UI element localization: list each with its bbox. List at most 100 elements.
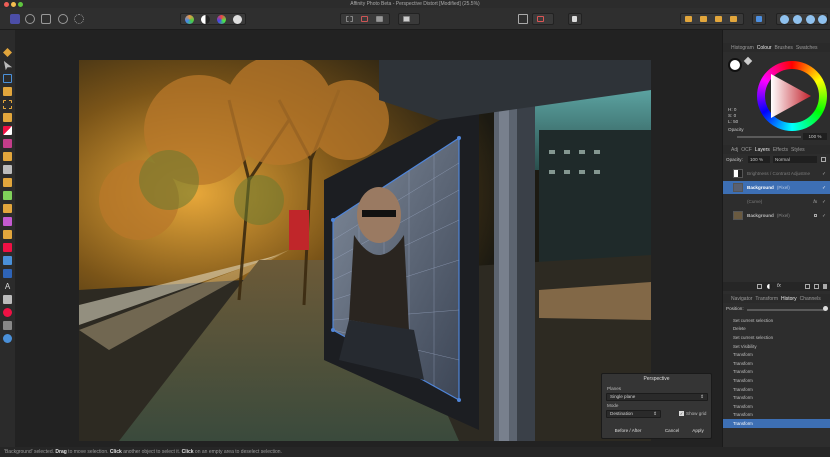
history-item[interactable]: Transform: [723, 402, 830, 411]
history-slider-handle[interactable]: [823, 306, 828, 311]
move-back-icon[interactable]: [700, 16, 707, 22]
zoom-tool-icon[interactable]: [3, 334, 12, 343]
auto-levels-icon[interactable]: [185, 15, 194, 24]
auto-contrast-icon[interactable]: [201, 15, 210, 24]
colour-swatch-primary[interactable]: [728, 58, 742, 72]
move-tool-icon[interactable]: [3, 61, 12, 70]
layer-visible-check[interactable]: ✓: [822, 199, 826, 205]
move-to-front-icon[interactable]: [730, 16, 737, 22]
view-tool-icon[interactable]: [3, 48, 12, 57]
develop-persona-icon[interactable]: [41, 14, 51, 24]
show-grid-checkbox[interactable]: ✓: [679, 411, 684, 416]
blemish-tool-icon[interactable]: [3, 204, 12, 213]
arrange-dropdown[interactable]: [398, 13, 420, 25]
snapping-dropdown[interactable]: [532, 13, 554, 25]
history-item[interactable]: Transform: [723, 350, 830, 359]
healing-brush-icon[interactable]: [3, 191, 12, 200]
apply-button[interactable]: Apply: [686, 427, 710, 435]
mask-layer-icon[interactable]: [757, 284, 762, 289]
flood-fill-icon[interactable]: [3, 126, 12, 135]
liquify-persona-icon[interactable]: [25, 14, 35, 24]
colour-replacement-icon[interactable]: [3, 152, 12, 161]
group-layer-icon[interactable]: [805, 284, 810, 289]
selection-brush-icon[interactable]: [3, 87, 12, 96]
auto-white-balance-icon[interactable]: [233, 15, 242, 24]
auto-colours-icon[interactable]: [217, 15, 226, 24]
tab-swatches[interactable]: Swatches: [796, 45, 818, 51]
snapping-grid-icon[interactable]: [518, 14, 528, 24]
tab-channels[interactable]: Channels: [800, 296, 821, 302]
pen-tool-icon[interactable]: [3, 243, 12, 252]
add-shapes-icon[interactable]: [780, 15, 789, 24]
history-item[interactable]: Set current selection: [723, 316, 830, 325]
delete-layer-icon[interactable]: [823, 284, 827, 289]
tab-transform[interactable]: Transform: [755, 296, 778, 302]
layer-row[interactable]: (Curve) fx ✓: [723, 195, 830, 208]
crop-tool-icon[interactable]: [3, 74, 12, 83]
history-item[interactable]: Transform: [723, 376, 830, 385]
marquee-tool-icon[interactable]: [3, 100, 12, 109]
move-forward-icon[interactable]: [715, 16, 722, 22]
planes-select[interactable]: Single plane ⇕: [606, 393, 708, 401]
document-canvas[interactable]: [79, 60, 651, 441]
layer-row-selected[interactable]: Background (Pixel) ✓: [723, 181, 830, 194]
sharpen-tool-icon[interactable]: [3, 256, 12, 265]
smudge-tool-icon[interactable]: [3, 230, 12, 239]
tab-effects[interactable]: Effects: [773, 147, 788, 153]
pen-button[interactable]: [568, 13, 582, 25]
layer-visible-check[interactable]: ✓: [822, 213, 826, 219]
layer-visible-check[interactable]: ✓: [822, 171, 826, 177]
red-eye-tool-icon[interactable]: [3, 217, 12, 226]
layer-row[interactable]: Background (Pixel) ✓: [723, 209, 830, 222]
tab-histogram[interactable]: Histogram: [731, 45, 754, 51]
node-tool-icon[interactable]: [3, 295, 12, 304]
colour-picker-icon[interactable]: [3, 308, 12, 317]
cancel-button[interactable]: Cancel: [660, 427, 684, 435]
tone-mapping-persona-icon[interactable]: [58, 14, 68, 24]
history-position-slider[interactable]: [747, 309, 825, 311]
intersect-shapes-icon[interactable]: [806, 15, 815, 24]
freehand-selection-icon[interactable]: [3, 113, 12, 122]
tab-navigator[interactable]: Navigator: [731, 296, 752, 302]
history-item[interactable]: Transform: [723, 411, 830, 420]
layer-lock-icon[interactable]: [814, 214, 817, 217]
mode-select[interactable]: Destination ⇕: [606, 410, 661, 418]
opacity-slider[interactable]: [737, 136, 801, 138]
fx-icon[interactable]: fx: [813, 199, 817, 204]
clone-tool-icon[interactable]: [3, 178, 12, 187]
gradient-tool-icon[interactable]: [3, 321, 12, 330]
layer-row[interactable]: Brightness / Contrast Adjustme ✓: [723, 167, 830, 180]
tab-styles[interactable]: Styles: [791, 147, 805, 153]
live-filter-icon[interactable]: fx: [777, 283, 781, 289]
history-item[interactable]: Transform: [723, 385, 830, 394]
history-item[interactable]: Transform: [723, 393, 830, 402]
tab-adjustments[interactable]: Adj: [731, 147, 738, 153]
paint-brush-icon[interactable]: [3, 139, 12, 148]
lock-icon[interactable]: [821, 157, 826, 162]
layer-visible-check[interactable]: ✓: [822, 185, 826, 191]
refine-selection-icon[interactable]: [376, 16, 383, 22]
tab-history[interactable]: History: [781, 296, 797, 302]
align-button[interactable]: [752, 13, 766, 25]
affinity-photo-persona-icon[interactable]: [10, 14, 20, 24]
history-item[interactable]: Transform: [723, 359, 830, 368]
adjustment-layer-icon[interactable]: [767, 284, 772, 289]
add-layer-icon[interactable]: [814, 284, 819, 289]
tab-brushes[interactable]: Brushes: [775, 45, 793, 51]
tab-colour[interactable]: Colour: [757, 45, 772, 51]
move-to-back-icon[interactable]: [685, 16, 692, 22]
subtract-shapes-icon[interactable]: [793, 15, 802, 24]
colour-picker-icon[interactable]: [743, 56, 753, 66]
blend-mode-select[interactable]: Normal: [773, 156, 817, 163]
export-persona-icon[interactable]: [74, 14, 84, 24]
opacity-value-field[interactable]: 100 %: [803, 133, 827, 140]
marquee-icon[interactable]: [346, 16, 353, 22]
history-item-current[interactable]: Transform: [723, 419, 830, 428]
history-item[interactable]: Transform: [723, 368, 830, 377]
dodge-tool-icon[interactable]: [3, 165, 12, 174]
text-tool-icon[interactable]: A: [3, 282, 12, 291]
rectangle-tool-icon[interactable]: [3, 269, 12, 278]
tab-layers[interactable]: Layers: [755, 147, 770, 153]
history-item[interactable]: Set Visibility: [723, 342, 830, 351]
tab-ocf[interactable]: OCF: [741, 147, 752, 153]
